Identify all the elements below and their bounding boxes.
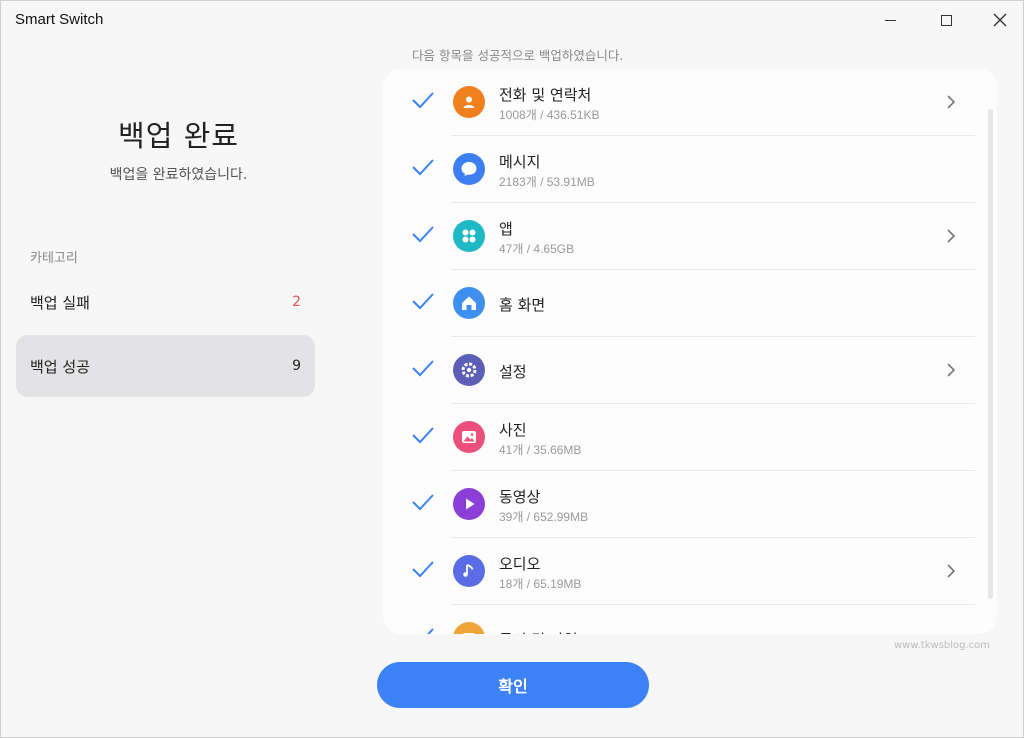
item-name: 문서 및 파일	[499, 629, 578, 634]
list-item[interactable]: 전화 및 연락처 1008개 / 436.51KB	[383, 69, 997, 136]
video-icon	[453, 488, 485, 520]
photo-icon	[453, 421, 485, 453]
home-icon	[453, 287, 485, 319]
category-label: 카테고리	[30, 251, 78, 266]
settings-icon	[453, 354, 485, 386]
item-name: 홈 화면	[499, 296, 546, 314]
item-name: 오디오	[499, 555, 541, 573]
chevron-right-icon[interactable]	[945, 93, 957, 111]
item-detail: 41개 / 35.66MB	[499, 443, 582, 457]
category-count-failed: 2	[292, 294, 301, 310]
backup-item-list[interactable]: 전화 및 연락처 1008개 / 436.51KB 메시지 2183개 / 53.91…	[383, 69, 997, 634]
checkmark-icon[interactable]	[411, 225, 435, 243]
list-item[interactable]: 사진 41개 / 35.66MB	[383, 404, 997, 471]
item-name: 메시지	[499, 153, 541, 171]
smart-switch-window: Smart Switch 백업 완료 백업을 완료하였습니다. 카테고리 백업 …	[0, 0, 1024, 738]
list-item[interactable]: 메시지 2183개 / 53.91MB	[383, 136, 997, 203]
page-subtitle: 백업을 완료하였습니다.	[109, 167, 248, 183]
chevron-right-icon[interactable]	[945, 361, 957, 379]
checkmark-icon[interactable]	[411, 627, 435, 634]
item-detail: 1008개 / 436.51KB	[499, 108, 600, 122]
item-name: 동영상	[499, 488, 541, 506]
document-icon	[453, 622, 485, 634]
checkmark-icon[interactable]	[411, 292, 435, 310]
list-item[interactable]: 오디오 18개 / 65.19MB	[383, 538, 997, 605]
category-backup-success[interactable]: 백업 성공 9	[16, 335, 315, 397]
item-name: 사진	[499, 421, 527, 439]
checkmark-icon[interactable]	[411, 91, 435, 109]
list-item[interactable]: 앱 47개 / 4.65GB	[383, 203, 997, 270]
watermark: www.tkwsblog.com	[894, 640, 991, 651]
title-bar[interactable]: Smart Switch	[1, 1, 1023, 39]
category-label-success: 백업 성공	[30, 357, 90, 376]
item-name: 설정	[499, 363, 527, 381]
list-item[interactable]: 문서 및 파일	[383, 605, 997, 634]
page-title: 백업 완료	[118, 119, 239, 153]
contact-icon	[453, 86, 485, 118]
maximize-icon	[940, 14, 952, 26]
message-icon	[453, 153, 485, 185]
apps-icon	[453, 220, 485, 252]
close-button[interactable]	[973, 1, 1024, 39]
list-header: 다음 항목을 성공적으로 백업하였습니다.	[412, 48, 624, 63]
item-detail: 2183개 / 53.91MB	[499, 175, 595, 189]
item-name: 앱	[499, 220, 513, 238]
chevron-right-icon[interactable]	[945, 227, 957, 245]
confirm-button[interactable]: 확인	[377, 662, 649, 708]
item-detail: 18개 / 65.19MB	[499, 577, 582, 591]
category-label-failed: 백업 실패	[30, 293, 90, 312]
chevron-right-icon[interactable]	[945, 562, 957, 580]
minimize-icon	[884, 19, 896, 21]
checkmark-icon[interactable]	[411, 158, 435, 176]
list-item[interactable]: 홈 화면	[383, 270, 997, 337]
maximize-button[interactable]	[919, 1, 973, 39]
category-backup-failed[interactable]: 백업 실패 2	[16, 271, 315, 333]
list-item[interactable]: 동영상 39개 / 652.99MB	[383, 471, 997, 538]
app-title: Smart Switch	[15, 11, 104, 28]
checkmark-icon[interactable]	[411, 560, 435, 578]
item-name: 전화 및 연락처	[499, 86, 592, 104]
list-item[interactable]: 설정	[383, 337, 997, 404]
checkmark-icon[interactable]	[411, 359, 435, 377]
minimize-button[interactable]	[863, 1, 917, 39]
item-detail: 39개 / 652.99MB	[499, 510, 589, 524]
music-icon	[453, 555, 485, 587]
category-count-success: 9	[292, 358, 301, 374]
checkmark-icon[interactable]	[411, 493, 435, 511]
checkmark-icon[interactable]	[411, 426, 435, 444]
item-detail: 47개 / 4.65GB	[499, 242, 575, 256]
close-icon	[993, 13, 1007, 27]
